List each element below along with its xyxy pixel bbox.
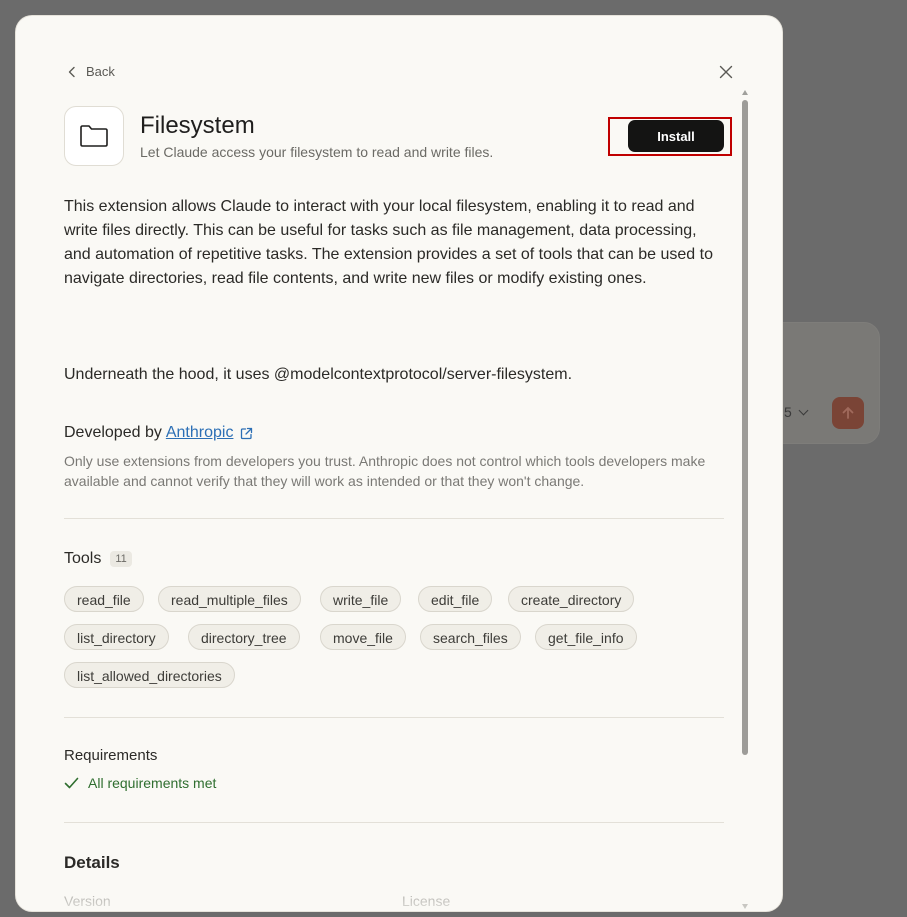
back-button[interactable]: Back <box>66 64 115 79</box>
tools-heading: Tools 11 <box>64 550 132 568</box>
background-model-label: 5 <box>784 404 792 420</box>
check-icon <box>64 777 79 789</box>
extension-description: This extension allows Claude to interact… <box>64 198 713 287</box>
chevron-left-icon <box>68 66 75 77</box>
extension-tagline: Let Claude access your filesystem to rea… <box>140 144 494 160</box>
tool-chip: edit_file <box>418 586 493 612</box>
background-model-selector: 5 <box>784 404 809 420</box>
version-label: Version <box>64 893 111 909</box>
extension-title: Filesystem <box>140 112 255 139</box>
arrow-up-icon <box>842 406 854 419</box>
back-label: Back <box>86 64 115 79</box>
developer-link[interactable]: Anthropic <box>166 424 234 442</box>
extension-package-note: Underneath the hood, it uses @modelconte… <box>64 366 573 383</box>
developed-by-prefix: Developed by <box>64 424 162 441</box>
scroll-up-arrow[interactable] <box>742 90 748 95</box>
tool-chip: get_file_info <box>535 624 637 650</box>
tool-chip: search_files <box>420 624 521 650</box>
close-icon <box>719 65 733 79</box>
requirements-heading: Requirements <box>64 747 158 764</box>
background-send-button <box>832 397 864 429</box>
chevron-down-icon <box>798 405 809 416</box>
tools-count-badge: 11 <box>110 551 132 567</box>
bottom-fade <box>16 876 782 911</box>
tool-chip: read_multiple_files <box>158 586 301 612</box>
divider <box>64 717 724 718</box>
divider <box>64 822 724 823</box>
tool-chip: list_directory <box>64 624 169 650</box>
requirements-status-label: All requirements met <box>88 775 217 791</box>
trust-notice: Only use extensions from developers you … <box>64 453 706 489</box>
install-button[interactable]: Install <box>628 120 724 152</box>
scrollbar-thumb[interactable] <box>742 100 748 755</box>
close-button[interactable] <box>718 64 734 85</box>
tools-heading-label: Tools <box>64 550 102 567</box>
tool-chip: read_file <box>64 586 144 612</box>
divider <box>64 518 724 519</box>
tool-chip: directory_tree <box>188 624 300 650</box>
license-label: License <box>402 893 451 909</box>
scroll-down-arrow[interactable] <box>742 904 748 909</box>
tool-chip: list_allowed_directories <box>64 662 235 688</box>
developed-by: Developed by Anthropic <box>64 424 253 442</box>
details-heading: Details <box>64 853 120 872</box>
requirements-status: All requirements met <box>64 775 216 791</box>
tool-chip: write_file <box>320 586 402 612</box>
tool-chip: create_directory <box>508 586 635 612</box>
folder-icon <box>80 125 108 147</box>
extension-icon <box>64 106 124 166</box>
external-link-icon[interactable] <box>240 427 253 440</box>
extension-detail-modal: Back Filesystem Let Claude access your f… <box>16 16 782 911</box>
tool-chip: move_file <box>320 624 406 650</box>
